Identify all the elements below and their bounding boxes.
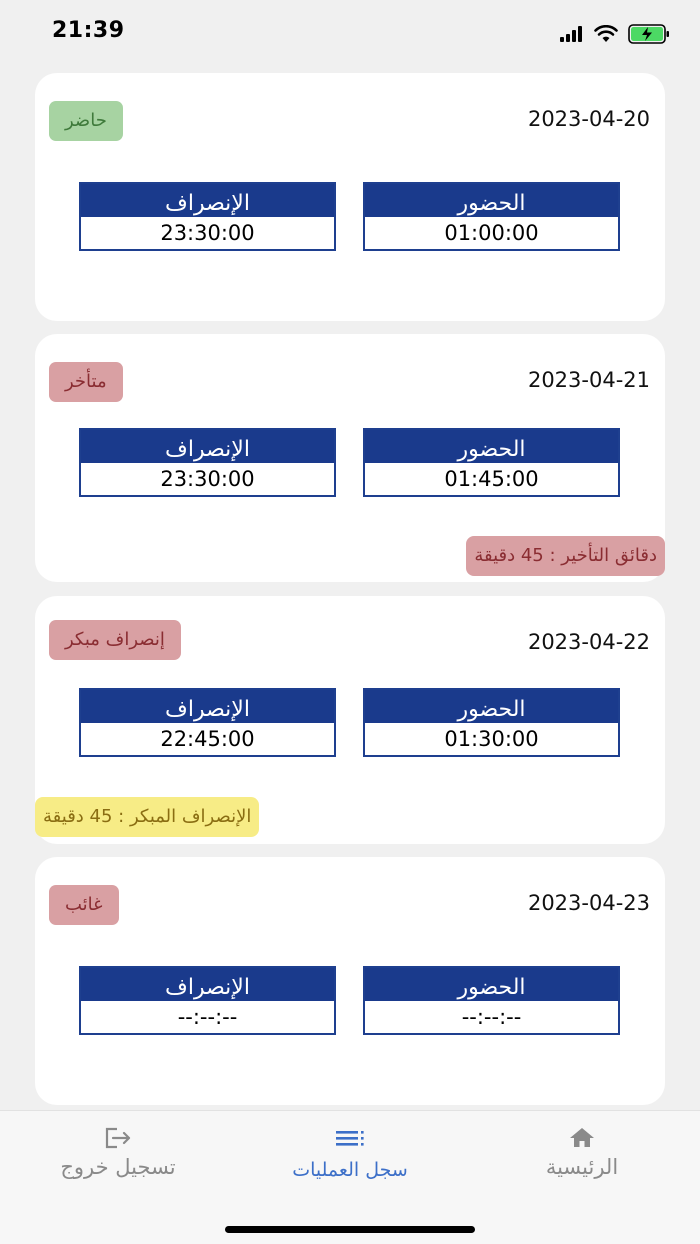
status-badge: حاضر	[49, 101, 123, 141]
tab-home-label: الرئيسية	[545, 1155, 619, 1179]
record-date: 2023-04-20	[527, 107, 650, 131]
arrive-label: الحضور	[365, 690, 618, 723]
status-badge: غائب	[49, 885, 119, 925]
arrive-time: 01:30:00	[444, 727, 539, 751]
tab-history-label: سجل العمليات	[292, 1159, 408, 1181]
record-card: 2023-04-21 متأخر الإنصراف 23:30:00 الحضو…	[35, 334, 665, 582]
leave-time: 23:30:00	[160, 467, 255, 491]
leave-time-box: الإنصراف 23:30:00	[79, 182, 336, 251]
arrive-time: 01:00:00	[444, 221, 539, 245]
arrive-label: الحضور	[365, 184, 618, 217]
home-icon	[570, 1128, 594, 1147]
logout-icon	[105, 1127, 131, 1149]
arrive-time-box: الحضور 01:30:00	[363, 688, 620, 757]
record-date: 2023-04-22	[527, 630, 650, 654]
arrive-time: --:--:--	[461, 1005, 522, 1029]
signal-icon	[560, 26, 582, 42]
record-card: 2023-04-22 إنصراف مبكر الإنصراف 22:45:00…	[35, 596, 665, 844]
late-minutes-note: دقائق التأخير : 45 دقيقة	[466, 536, 665, 576]
record-card: 2023-04-20 حاضر الإنصراف 23:30:00 الحضور…	[35, 73, 665, 321]
arrive-label: الحضور	[365, 430, 618, 463]
leave-time-box: الإنصراف 22:45:00	[79, 688, 336, 757]
status-time: 21:39	[52, 18, 125, 43]
arrive-time-box: الحضور --:--:--	[363, 966, 620, 1035]
record-card: 2023-04-23 غائب الإنصراف --:--:-- الحضور…	[35, 857, 665, 1105]
tab-logout[interactable]: تسجيل خروج	[8, 1125, 228, 1179]
leave-time: 22:45:00	[160, 727, 255, 751]
bottom-tab-bar: تسجيل خروج سجل العمليات الرئيسية	[0, 1110, 700, 1244]
leave-time-box: الإنصراف 23:30:00	[79, 428, 336, 497]
status-bar: 21:39	[0, 0, 700, 66]
status-badge: إنصراف مبكر	[49, 620, 181, 660]
leave-time-box: الإنصراف --:--:--	[79, 966, 336, 1035]
record-date: 2023-04-23	[527, 891, 650, 915]
early-leave-note: الإنصراف المبكر : 45 دقيقة	[35, 797, 260, 837]
status-icons	[560, 24, 670, 44]
tab-home[interactable]: الرئيسية	[472, 1125, 692, 1179]
tab-logout-label: تسجيل خروج	[60, 1155, 176, 1179]
battery-charging-icon	[628, 24, 669, 44]
arrive-time-box: الحضور 01:00:00	[363, 182, 620, 251]
leave-label: الإنصراف	[81, 968, 334, 1001]
wifi-icon	[594, 25, 618, 42]
list-icon	[336, 1131, 364, 1146]
home-indicator	[225, 1226, 475, 1233]
arrive-time-box: الحضور 01:45:00	[363, 428, 620, 497]
leave-time: --:--:--	[177, 1005, 238, 1029]
leave-label: الإنصراف	[81, 184, 334, 217]
leave-label: الإنصراف	[81, 690, 334, 723]
leave-time: 23:30:00	[160, 221, 255, 245]
arrive-label: الحضور	[365, 968, 618, 1001]
leave-label: الإنصراف	[81, 430, 334, 463]
arrive-time: 01:45:00	[444, 467, 539, 491]
record-date: 2023-04-21	[527, 368, 650, 392]
tab-history[interactable]: سجل العمليات	[240, 1125, 460, 1181]
status-badge: متأخر	[49, 362, 123, 402]
